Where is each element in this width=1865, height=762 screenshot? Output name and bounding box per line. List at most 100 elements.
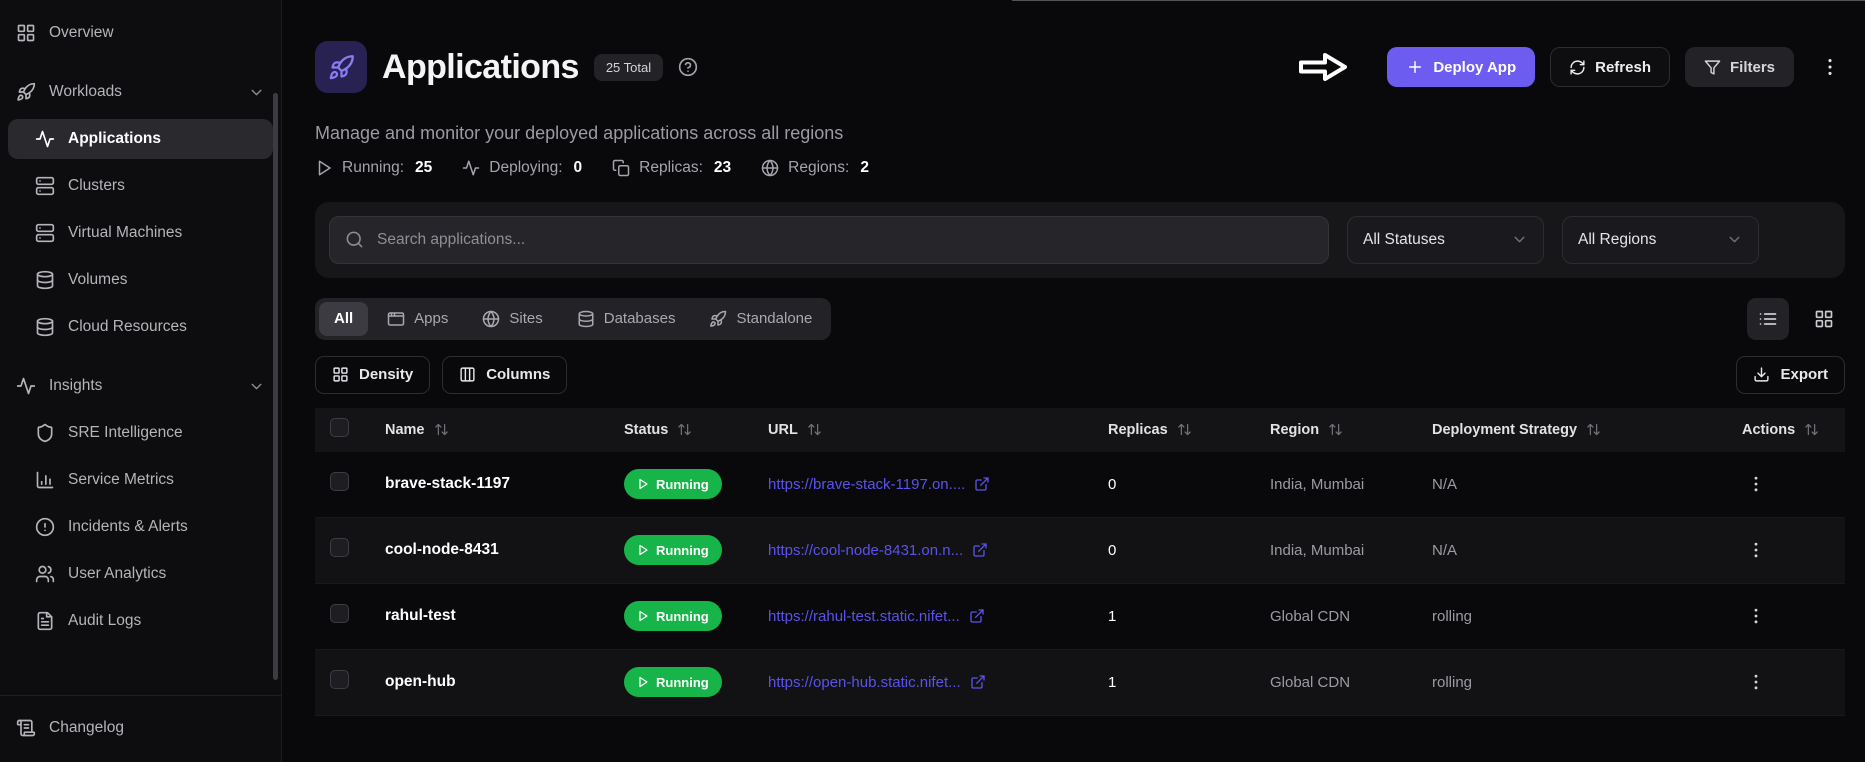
sidebar-item-overview[interactable]: Overview [8,13,273,53]
sidebar-item-applications[interactable]: Applications [8,119,273,159]
table-row-brave-stack-1197: brave-stack-1197 Running https://brave-sta… [315,452,1845,518]
row-checkbox[interactable] [330,670,349,690]
page-header: Applications 25 Total Deploy App Refresh… [315,25,1845,110]
sidebar-item-label: Volumes [68,271,128,288]
sidebar-item-virtual-machines[interactable]: Virtual Machines [8,213,273,253]
tab-standalone[interactable]: Standalone [694,302,827,336]
region-value: India, Mumbai [1270,541,1365,559]
row-checkbox[interactable] [330,538,349,558]
column-header-actions[interactable]: Actions [1742,422,1845,438]
header-more-menu-button[interactable] [1815,54,1845,80]
filters-button[interactable]: Filters [1684,47,1794,88]
table-row-open-hub: open-hub Running https://open-hub.static.n… [315,649,1845,716]
search-input[interactable] [375,229,1313,250]
search-box [329,215,1329,264]
columns-button[interactable]: Columns [442,355,568,394]
row-checkbox[interactable] [330,604,349,624]
row-actions-menu-button[interactable] [1742,668,1770,696]
grid-icon [17,24,35,42]
select-all-checkbox[interactable] [330,417,349,437]
kebab-icon [1754,542,1758,558]
sidebar-item-volumes[interactable]: Volumes [8,260,273,300]
app-url-link[interactable]: https://open-hub.static.nifet... [768,674,1108,691]
annotation-arrow-cursor [1298,51,1348,83]
column-header-deployment-strategy[interactable]: Deployment Strategy [1432,422,1742,438]
app-url-link[interactable]: https://cool-node-8431.on.n... [768,542,1108,559]
sidebar-item-sre-intelligence[interactable]: SRE Intelligence [8,413,273,453]
sidebar: Overview Workloads Applications Clusters Vir… [0,0,282,762]
sidebar-item-cloud-resources[interactable]: Cloud Resources [8,307,273,347]
sidebar-scrollbar[interactable] [273,93,278,680]
tab-all[interactable]: All [319,301,369,336]
stat-value: 23 [713,158,732,176]
column-header-name[interactable]: Name [385,422,624,438]
export-button[interactable]: Export [1736,355,1845,394]
sidebar-item-insights[interactable]: Insights [8,366,273,406]
tab-databases[interactable]: Databases [562,302,691,336]
status-badge: Running [624,601,722,632]
tabs-row: All Apps Sites Databases Standalone [315,297,1845,340]
sidebar-item-user-analytics[interactable]: User Analytics [8,554,273,594]
page-title: Applications [382,47,579,86]
main-content: Applications 25 Total Deploy App Refresh… [282,0,1865,762]
list-view-button[interactable] [1747,297,1789,340]
stat-replicas: Replicas: 23 [612,159,731,177]
density-button[interactable]: Density [315,355,431,394]
sidebar-item-service-metrics[interactable]: Service Metrics [8,460,273,500]
filter-icon [1704,60,1721,75]
app-name: brave-stack-1197 [385,475,510,493]
column-header-region[interactable]: Region [1270,422,1432,438]
region-filter-dropdown[interactable]: All Regions [1562,215,1759,264]
database-icon [36,317,54,337]
sidebar-item-changelog[interactable]: Changelog [8,708,273,748]
chevron-down-icon [1729,236,1740,243]
region-value: India, Mumbai [1270,475,1365,493]
sort-icon [1177,423,1191,436]
filter-panel: All Statuses All Regions [315,201,1845,278]
globe-icon [761,159,779,176]
stat-value: 25 [415,158,433,176]
sidebar-item-label: Cloud Resources [68,318,187,335]
applications-rocket-icon-badge [315,41,367,94]
deployment-strategy-value: N/A [1432,475,1458,493]
sidebar-item-label: Changelog [49,719,124,736]
status-badge: Running [624,469,722,500]
server-icon [35,223,55,243]
external-link-icon [975,477,989,491]
sidebar-item-clusters[interactable]: Clusters [8,166,273,206]
app-url-link[interactable]: https://brave-stack-1197.on.... [768,476,1108,493]
sidebar-item-label: Service Metrics [68,471,174,488]
row-actions-menu-button[interactable] [1742,602,1770,630]
app-url-link[interactable]: https://rahul-test.static.nifet... [768,608,1108,625]
status-filter-dropdown[interactable]: All Statuses [1347,215,1544,264]
column-header-replicas[interactable]: Replicas [1108,422,1270,438]
stats-row: Running: 25 Deploying: 0 Replicas: 23 Regions:… [315,159,1845,177]
type-tabs: All Apps Sites Databases Standalone [315,297,832,340]
external-link-icon [973,543,987,557]
sidebar-item-label: SRE Intelligence [68,424,183,441]
column-header-url[interactable]: URL [768,422,1108,438]
table-row-rahul-test: rahul-test Running https://rahul-test.stat… [315,584,1845,650]
row-actions-menu-button[interactable] [1742,470,1770,498]
row-actions-menu-button[interactable] [1742,536,1770,564]
scroll-icon [16,719,36,737]
refresh-button[interactable]: Refresh [1550,47,1670,88]
sidebar-footer: Changelog [0,695,281,762]
rocket-icon [17,82,36,101]
sidebar-item-incidents-alerts[interactable]: Incidents & Alerts [8,507,273,547]
play-icon [639,610,648,622]
grid-view-button[interactable] [1803,298,1845,340]
app-name: open-hub [385,673,456,691]
tab-apps[interactable]: Apps [372,302,463,336]
deployment-strategy-value: rolling [1432,673,1473,691]
deploy-app-button[interactable]: Deploy App [1387,47,1536,88]
sidebar-item-audit-logs[interactable]: Audit Logs [8,601,273,641]
row-checkbox[interactable] [330,472,349,492]
sort-icon [1587,423,1600,436]
column-header-status[interactable]: Status [624,422,768,438]
app-window-icon [387,311,405,326]
sidebar-item-workloads[interactable]: Workloads [8,72,273,112]
chevron-down-icon [251,383,262,389]
tab-sites[interactable]: Sites [467,302,557,336]
help-button[interactable] [678,57,698,77]
